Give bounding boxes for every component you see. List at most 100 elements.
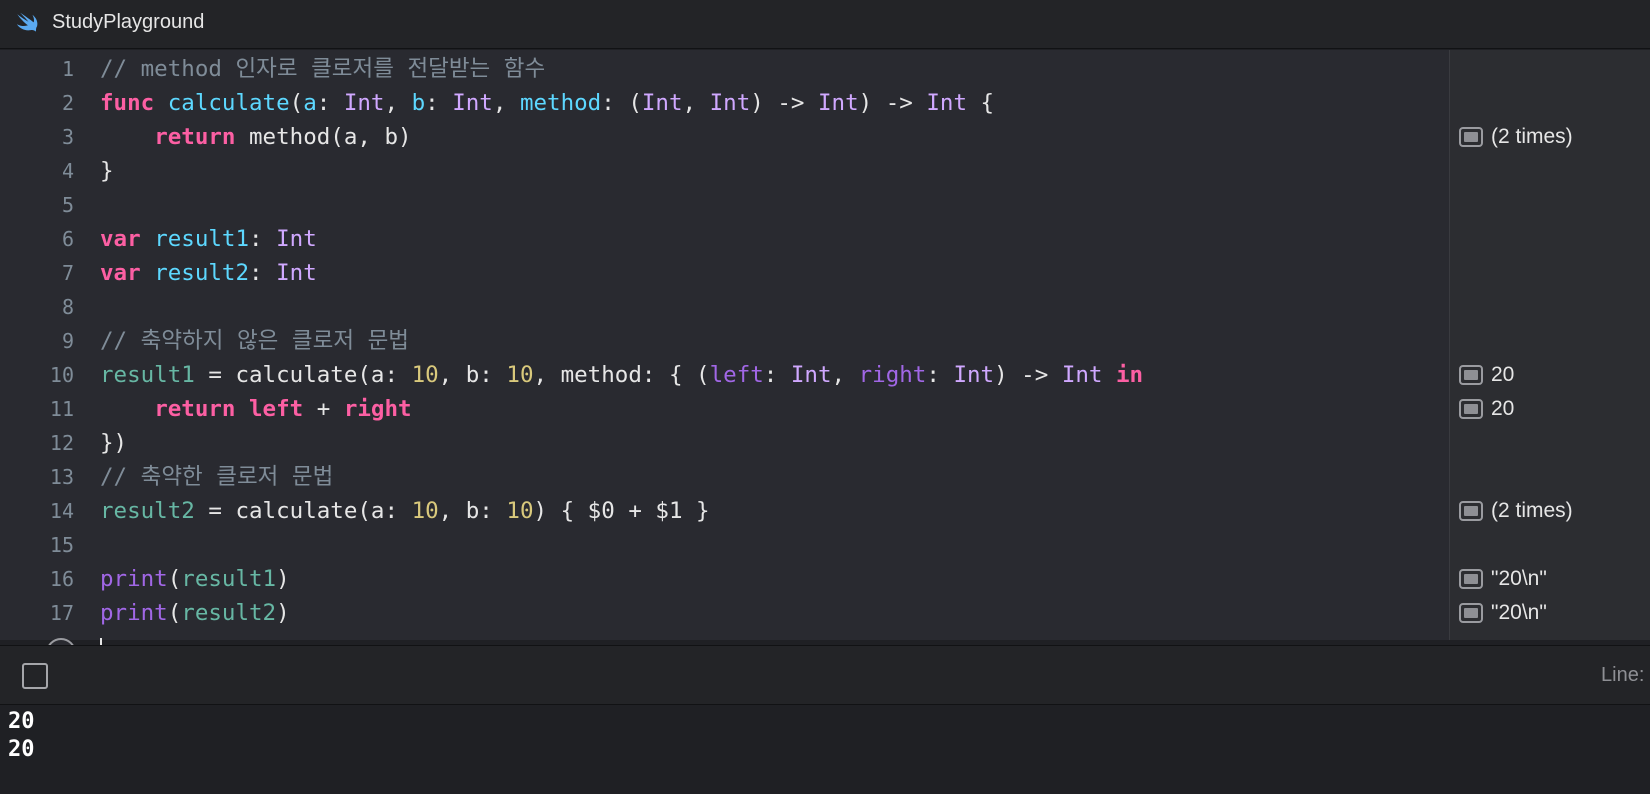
code-token: result2 [100,498,195,524]
code-token: , [384,90,412,116]
code-token: + [303,396,344,422]
code-token: func [100,90,155,116]
code-token: Int [709,90,751,116]
code-token: ( [167,600,182,626]
code-text: print(result2) [100,596,290,630]
quick-look-icon[interactable] [1459,399,1483,419]
result-item[interactable]: "20\n" [1459,562,1547,596]
code-line[interactable]: 2 func calculate(a: Int, b: Int, method: … [0,86,1449,120]
code-token: 10 [506,362,534,388]
code-line[interactable]: 17 print(result2) [0,596,1449,630]
code-token: var [100,260,141,286]
code-line[interactable]: 8 [0,290,1449,324]
result-item[interactable]: (2 times) [1459,120,1573,154]
line-number: 8 [61,295,74,319]
console-line: 20 [8,737,35,762]
code-token: Int [641,90,683,116]
code-token: 10 [506,498,534,524]
quick-look-icon[interactable] [1459,365,1483,385]
code-line[interactable]: 6 var result1: Int [0,222,1449,256]
code-token: // method 인자로 클로저를 전달받는 함수 [100,56,546,82]
quick-look-icon-inner [1464,608,1478,618]
code-line[interactable]: 1 // method 인자로 클로저를 전달받는 함수 [0,52,1449,86]
console-toggle-button[interactable] [22,663,48,689]
code-token: right [858,362,927,388]
code-line[interactable]: 14 result2 = calculate(a: 10, b: 10) { $0… [0,494,1449,528]
code-line[interactable]: 16 print(result1) [0,562,1449,596]
code-token: : [249,260,277,286]
code-token: result2 [181,600,277,626]
code-token: result1 [181,566,277,592]
code-token: Int [343,90,385,116]
line-number: 15 [49,533,74,557]
code-token: print [100,600,168,626]
line-number: 13 [49,465,74,489]
console-output: 20 20 [0,706,1650,794]
quick-look-icon[interactable] [1459,501,1483,521]
code-line[interactable]: 11 return left + right [0,392,1449,426]
quick-look-icon-inner [1464,574,1478,584]
quick-look-icon[interactable] [1459,127,1483,147]
code-token: ) -> [994,362,1062,388]
code-token: Int [817,90,859,116]
quick-look-icon-inner [1464,404,1478,414]
code-token: // 축약하지 않은 클로저 문법 [100,328,409,354]
line-number: 4 [61,159,74,183]
code-token: calculate [167,90,290,116]
code-token: : [249,226,277,252]
code-editor[interactable]: 1 // method 인자로 클로저를 전달받는 함수 2 func calcula… [0,50,1449,640]
code-token: Int [790,362,832,388]
code-token: Int [276,226,317,252]
quick-look-icon[interactable] [1459,569,1483,589]
result-item[interactable]: 20 [1459,392,1514,426]
code-token: ) [276,566,290,592]
code-token: in [1116,362,1144,388]
code-token: Int [276,260,317,286]
code-line[interactable]: 5 [0,188,1449,222]
line-number: 12 [49,431,74,455]
code-token: ) -> [858,90,927,116]
result-value: (2 times) [1491,125,1573,148]
code-token: , [492,90,520,116]
code-text: func calculate(a: Int, b: Int, method: (… [100,86,994,120]
code-token: = calculate(a: [194,498,412,524]
code-line[interactable]: 10 result1 = calculate(a: 10, b: 10, meth… [0,358,1449,392]
code-token: : [763,362,791,388]
code-line[interactable]: 12}) [0,426,1449,460]
code-token: Int [452,90,493,116]
code-token: right [343,396,412,422]
quick-look-icon-inner [1464,132,1478,142]
code-token: // 축약한 클로저 문법 [100,464,334,490]
code-text: var result1: Int [100,222,317,256]
code-text: // method 인자로 클로저를 전달받는 함수 [100,52,545,86]
code-token: result1 [100,362,195,388]
code-text: result1 = calculate(a: 10, b: 10, method… [100,358,1143,392]
result-value: "20\n" [1491,601,1547,624]
code-token: , b: [438,498,507,524]
code-token: result1 [154,226,250,252]
quick-look-icon[interactable] [1459,603,1483,623]
code-line[interactable]: 15 [0,528,1449,562]
result-value: 20 [1491,363,1515,386]
code-token: = calculate(a: [194,362,412,388]
code-token: b [411,90,426,116]
code-line[interactable]: 4} [0,154,1449,188]
code-line[interactable]: 13 // 축약한 클로저 문법 [0,460,1449,494]
code-line[interactable]: 7 var result2: Int [0,256,1449,290]
code-token: ( [167,566,182,592]
result-value: (2 times) [1491,499,1573,522]
line-number: 14 [49,499,74,523]
code-line[interactable]: 3 return method(a, b) [0,120,1449,154]
result-item[interactable]: 20 [1459,358,1514,392]
title-bar: StudyPlayground [0,0,1650,49]
code-line[interactable]: 9 // 축약하지 않은 클로저 문법 [0,324,1449,358]
code-token: return [154,124,236,150]
result-item[interactable]: "20\n" [1459,596,1547,630]
code-text: return left + right [100,392,412,426]
swift-icon [16,12,38,32]
result-item[interactable]: (2 times) [1459,494,1573,528]
